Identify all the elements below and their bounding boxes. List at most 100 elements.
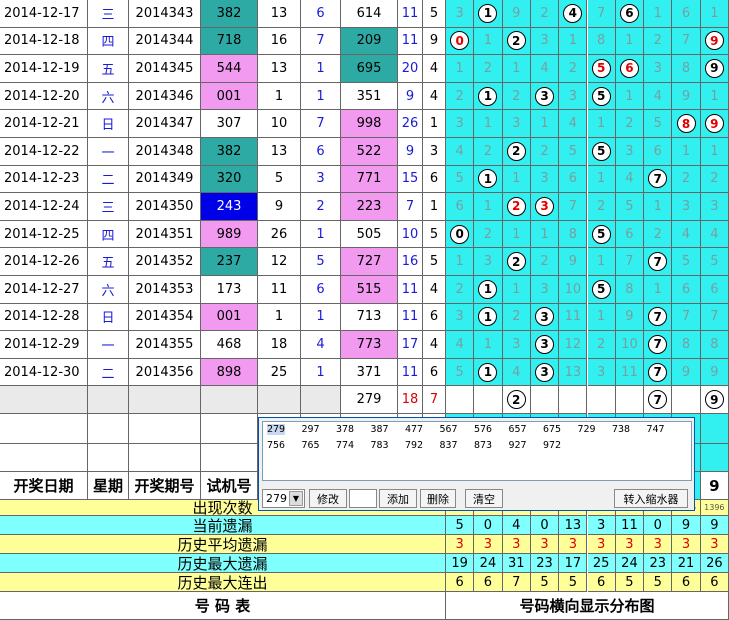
distribution-cell: 2 bbox=[446, 82, 475, 111]
stat-value: 6 bbox=[446, 573, 475, 593]
trial-number-option[interactable]: 756 bbox=[267, 440, 285, 451]
distribution-cell: 5 bbox=[587, 82, 616, 111]
trial-number-option[interactable]: 279 bbox=[267, 424, 286, 435]
number-ball: 7 bbox=[648, 252, 668, 272]
trial-number-option[interactable]: 378 bbox=[336, 424, 354, 435]
number-input[interactable] bbox=[349, 489, 377, 508]
empty-date-cell bbox=[0, 386, 88, 415]
trial-number-option[interactable]: 837 bbox=[440, 440, 458, 451]
distribution-cell: 0 bbox=[446, 220, 475, 249]
trial-number-option[interactable]: 675 bbox=[543, 424, 561, 435]
draw-number-cell: 371 bbox=[341, 358, 398, 387]
number-ball: 2 bbox=[506, 31, 526, 51]
distribution-cell: 3 bbox=[474, 248, 503, 276]
stat-label: 历史最大连出 bbox=[0, 573, 446, 593]
trial-number-option[interactable]: 387 bbox=[371, 424, 389, 435]
distribution-cell: 1 bbox=[474, 165, 503, 194]
sum-cell: 7 bbox=[398, 193, 423, 221]
distribution-cell: 1 bbox=[700, 82, 729, 111]
sum-cell: 9 bbox=[398, 82, 423, 111]
stat-value: 3 bbox=[672, 535, 701, 555]
trial-number-option[interactable]: 792 bbox=[405, 440, 423, 451]
trial-number-option[interactable]: 576 bbox=[474, 424, 492, 435]
weekday-cell: 二 bbox=[88, 358, 129, 387]
stat-value: 9 bbox=[672, 516, 701, 536]
number-ball: 5 bbox=[591, 224, 611, 244]
trial-number-option[interactable]: 567 bbox=[440, 424, 458, 435]
trial-number-option[interactable]: 783 bbox=[371, 440, 389, 451]
empty-trial-cell bbox=[201, 386, 258, 415]
distribution-cell: 2 bbox=[474, 138, 503, 166]
span-cell: 4 bbox=[423, 331, 446, 359]
number-list[interactable]: 279 297 378 387 477 567 576 657 675 729 738 747 756 7… bbox=[262, 421, 692, 481]
distribution-cell: 5 bbox=[587, 220, 616, 249]
distribution-cell: 3 bbox=[559, 82, 588, 111]
issue-cell: 2014356 bbox=[129, 358, 201, 387]
draw-number-cell: 713 bbox=[341, 303, 398, 332]
trial-number-option[interactable]: 873 bbox=[474, 440, 492, 451]
span-cell: 5 bbox=[423, 220, 446, 249]
trial-number-option[interactable]: 972 bbox=[543, 440, 561, 451]
trial-number-option[interactable]: 477 bbox=[405, 424, 423, 435]
trial-number-option[interactable]: 738 bbox=[612, 424, 630, 435]
span-cell: 4 bbox=[423, 276, 446, 304]
distribution-cell: 7 bbox=[644, 248, 673, 276]
distribution-cell: 2 bbox=[502, 193, 531, 221]
trial-span-cell: 1 bbox=[301, 82, 341, 111]
trial-sum-cell: 13 bbox=[258, 55, 301, 83]
trial-span-cell: 1 bbox=[301, 358, 341, 387]
sum-cell: 11 bbox=[398, 276, 423, 304]
stat-value: 0 bbox=[474, 516, 503, 536]
sum-cell: 11 bbox=[398, 303, 423, 332]
number-select[interactable]: 279 ▼ bbox=[262, 489, 305, 508]
trial-span-cell: 3 bbox=[301, 165, 341, 194]
weekday-cell: 一 bbox=[88, 331, 129, 359]
trial-number-option[interactable]: 297 bbox=[302, 424, 320, 435]
trial-number-cell: 718 bbox=[201, 27, 258, 56]
trial-number-option[interactable]: 765 bbox=[302, 440, 320, 451]
add-button[interactable]: 添加 bbox=[379, 489, 417, 508]
date-cell: 2014-12-30 bbox=[0, 358, 88, 387]
trial-number-option[interactable]: 927 bbox=[509, 440, 527, 451]
distribution-cell: 1 bbox=[559, 27, 588, 56]
trial-number-option[interactable]: 747 bbox=[647, 424, 665, 435]
trial-number-option[interactable]: 657 bbox=[509, 424, 527, 435]
distribution-cell: 2 bbox=[644, 27, 673, 56]
stat-value: 5 bbox=[530, 573, 560, 593]
draw-number-cell: 522 bbox=[341, 138, 398, 166]
distribution-cell: 8 bbox=[615, 276, 645, 304]
transfer-button[interactable]: 转入缩水器 bbox=[614, 489, 688, 508]
distribution-cell: 6 bbox=[615, 220, 645, 249]
distribution-cell: 2 bbox=[615, 110, 645, 138]
stat-value: 3 bbox=[502, 535, 531, 555]
distribution-cell: 3 bbox=[700, 193, 729, 221]
header-trial: 试机号 bbox=[201, 472, 258, 501]
distribution-cell: 8 bbox=[672, 331, 701, 359]
number-ball: 2 bbox=[506, 252, 526, 272]
distribution-cell: 3 bbox=[446, 303, 475, 332]
date-cell: 2014-12-25 bbox=[0, 220, 88, 249]
trial-sum-cell: 25 bbox=[258, 358, 301, 387]
distribution-cell: 1 bbox=[502, 276, 531, 304]
pending-draw-cell: 279 bbox=[341, 386, 398, 415]
date-cell: 2014-12-20 bbox=[0, 82, 88, 111]
delete-button[interactable]: 删除 bbox=[420, 489, 456, 508]
distribution-cell: 3 bbox=[672, 193, 701, 221]
distribution-cell: 3 bbox=[502, 110, 531, 138]
trial-number-cell: 237 bbox=[201, 248, 258, 276]
weekday-cell: 六 bbox=[88, 276, 129, 304]
distribution-cell: 5 bbox=[446, 165, 475, 194]
stat-value: 21 bbox=[672, 554, 701, 574]
draw-number-cell: 727 bbox=[341, 248, 398, 276]
distribution-cell: 6 bbox=[446, 193, 475, 221]
trial-number-cell: 307 bbox=[201, 110, 258, 138]
draw-number-cell: 773 bbox=[341, 331, 398, 359]
modify-button[interactable]: 修改 bbox=[309, 489, 347, 508]
clear-button[interactable]: 清空 bbox=[465, 489, 503, 508]
blank-dist-cell bbox=[700, 414, 729, 445]
distribution-cell: 3 bbox=[502, 331, 531, 359]
trial-number-option[interactable]: 729 bbox=[578, 424, 596, 435]
pending-span-cell: 7 bbox=[423, 386, 446, 415]
trial-number-option[interactable]: 774 bbox=[336, 440, 354, 451]
distribution-cell: 7 bbox=[672, 27, 701, 56]
